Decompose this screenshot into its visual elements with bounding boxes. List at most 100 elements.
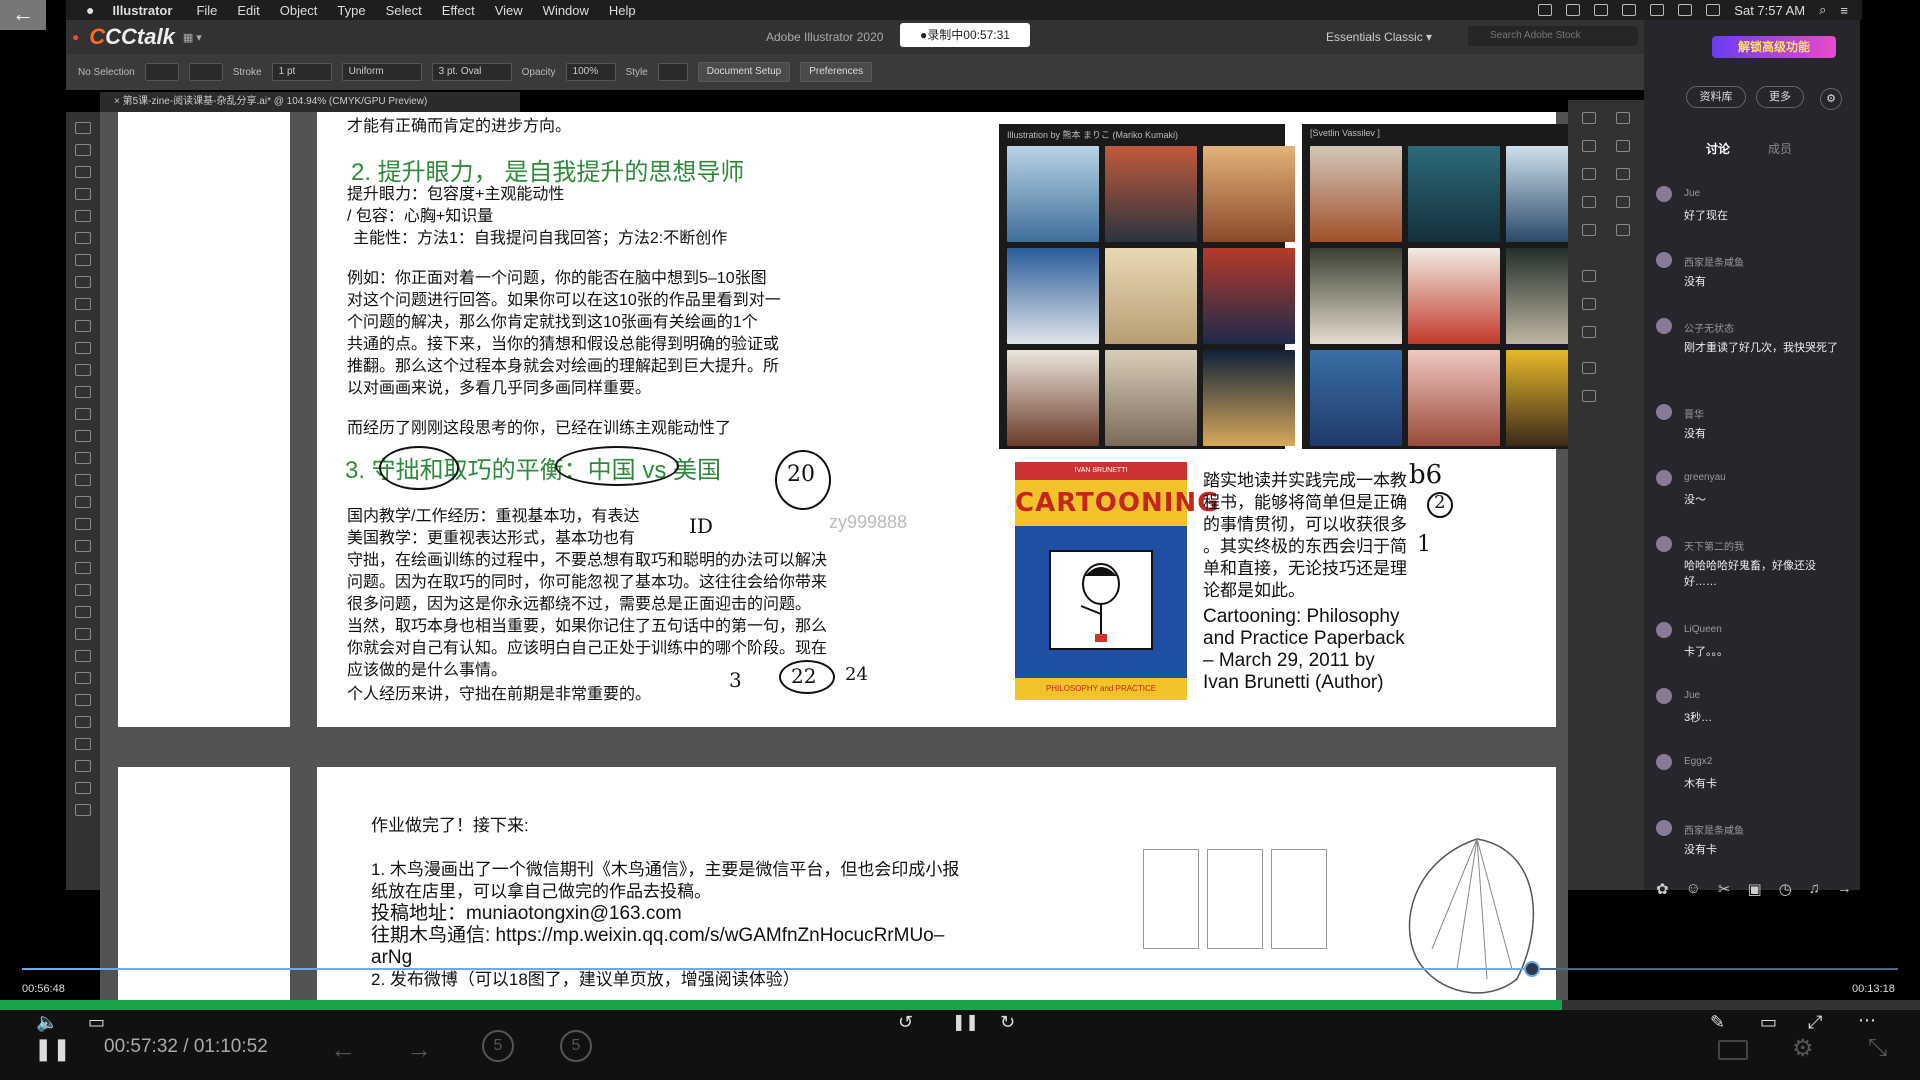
transparency-icon[interactable] [1582, 298, 1596, 310]
display-icon[interactable] [1650, 4, 1665, 16]
layers-stack-icon[interactable] [1616, 168, 1630, 180]
forward-5-icon[interactable]: 5 [560, 1030, 592, 1062]
tab-discussion[interactable]: 讨论 [1706, 140, 1730, 157]
back-button[interactable]: ← [0, 0, 46, 30]
screen-icon[interactable] [1718, 1040, 1748, 1060]
opacity-input[interactable]: 100% [565, 63, 616, 81]
menubar-clock[interactable]: Sat 7:57 AM [1734, 3, 1805, 18]
graph-tool-icon[interactable] [75, 628, 91, 640]
type-tool-icon[interactable] [75, 254, 91, 266]
avatar[interactable] [1656, 536, 1672, 552]
stock-search-input[interactable]: Search Adobe Stock [1468, 26, 1638, 46]
selection-tool-icon[interactable] [75, 122, 91, 134]
direct-selection-tool-icon[interactable] [75, 144, 91, 156]
battery-icon[interactable] [1706, 4, 1721, 16]
pencil-icon[interactable]: ✎ [1710, 1012, 1725, 1033]
eyedropper-tool-icon[interactable] [75, 562, 91, 574]
properties-panel-icon[interactable] [1616, 112, 1630, 124]
rectangle-tool-icon[interactable] [75, 298, 91, 310]
chat-username[interactable]: LiQueen [1684, 624, 1722, 635]
layers-icon[interactable] [1616, 140, 1630, 152]
gradient-tool-icon[interactable] [75, 540, 91, 552]
draw-mode-icon[interactable] [75, 760, 91, 772]
expand-icon[interactable]: ⤢ [1808, 1012, 1822, 1033]
pause-icon[interactable]: ❚❚ [34, 1036, 71, 1062]
menu-file[interactable]: File [196, 3, 217, 18]
menu-window[interactable]: Window [543, 3, 589, 18]
eraser-tool-icon[interactable] [75, 364, 91, 376]
properties-icon[interactable] [1582, 112, 1596, 124]
menu-help[interactable]: Help [609, 3, 636, 18]
avatar[interactable] [1656, 688, 1672, 704]
image-icon[interactable]: ▣ [1747, 880, 1761, 898]
line-tool-icon[interactable] [75, 276, 91, 288]
chat-username[interactable]: Eggx2 [1684, 756, 1712, 767]
curvature-tool-icon[interactable] [75, 232, 91, 244]
bell-icon[interactable]: ♫ [1809, 880, 1820, 898]
next-arrow-icon[interactable]: → [406, 1034, 432, 1065]
menu-view[interactable]: View [495, 3, 523, 18]
menu-effect[interactable]: Effect [442, 3, 475, 18]
brushes-icon[interactable] [1582, 224, 1596, 236]
volume-icon[interactable]: 🔈 [36, 1012, 58, 1033]
pen-tool-icon[interactable] [75, 210, 91, 222]
avatar[interactable] [1656, 820, 1672, 836]
align-icon[interactable] [1582, 270, 1596, 282]
symbols-icon[interactable] [1582, 196, 1596, 208]
avatar[interactable] [1656, 404, 1672, 420]
close-window-icon[interactable]: ● [72, 30, 79, 44]
libraries-icon[interactable] [1582, 140, 1596, 152]
emoji-icon[interactable]: ☺ [1686, 880, 1701, 898]
stroke-swatch[interactable] [188, 63, 223, 81]
avatar[interactable] [1656, 318, 1672, 334]
chat-username[interactable]: Jue [1684, 188, 1700, 199]
gear-icon[interactable]: ⚙ [1792, 1034, 1814, 1063]
chat-username[interactable]: 西家是条咸鱼 [1684, 254, 1744, 269]
artboard-tool-icon[interactable] [75, 650, 91, 662]
settings-icon[interactable]: ⚙ [1820, 88, 1842, 110]
menu-edit[interactable]: Edit [237, 3, 259, 18]
magic-wand-tool-icon[interactable] [75, 166, 91, 178]
picture-in-picture-icon[interactable]: ▭ [1760, 1012, 1777, 1033]
brush-select[interactable]: 3 pt. Oval [431, 63, 512, 81]
avatar[interactable] [1656, 622, 1672, 638]
playback-progress-bar[interactable] [0, 1000, 1562, 1010]
fill-swatch[interactable] [144, 63, 179, 81]
screen-mode-icon[interactable] [75, 782, 91, 794]
export-icon[interactable] [1582, 390, 1596, 402]
clock-icon[interactable]: ◷ [1779, 880, 1792, 898]
search-icon[interactable]: ⌕ [1819, 2, 1826, 18]
more-tools-icon[interactable] [75, 804, 91, 816]
wifi-icon[interactable] [1678, 4, 1693, 16]
chat-username[interactable]: 天下第二的我 [1684, 538, 1744, 553]
menu-type[interactable]: Type [337, 3, 365, 18]
workspace-switcher[interactable]: Essentials Classic ▾ [1326, 30, 1432, 44]
more-button[interactable]: 更多 [1756, 86, 1804, 108]
document-setup-button[interactable]: Document Setup [697, 62, 791, 82]
scale-tool-icon[interactable] [75, 408, 91, 420]
width-tool-icon[interactable] [75, 430, 91, 442]
status-icon[interactable] [1538, 4, 1553, 16]
gift-icon[interactable]: ✿ [1656, 880, 1669, 898]
send-arrow-icon[interactable]: → [1837, 880, 1852, 898]
materials-button[interactable]: 资料库 [1686, 86, 1746, 108]
avatar[interactable] [1656, 252, 1672, 268]
chat-username[interactable]: 晋华 [1684, 406, 1704, 421]
slice-tool-icon[interactable] [75, 672, 91, 684]
collapse-icon[interactable]: ⤡ [1868, 1034, 1887, 1062]
pause-center-icon[interactable]: ❚❚ [952, 1012, 979, 1032]
artboards-icon[interactable] [1582, 168, 1596, 180]
avatar[interactable] [1656, 186, 1672, 202]
fill-stroke-icon[interactable] [75, 738, 91, 750]
style-swatch[interactable] [657, 63, 688, 81]
color-icon[interactable] [1582, 326, 1596, 338]
shaper-tool-icon[interactable] [75, 342, 91, 354]
forward-30-icon[interactable]: ↻ [1000, 1012, 1015, 1033]
rewind-5-icon[interactable]: 5 [482, 1030, 514, 1062]
cloud-icon[interactable] [1622, 4, 1637, 16]
stroke-profile-select[interactable]: Uniform [341, 63, 422, 81]
notification-icon[interactable] [1566, 4, 1581, 16]
chat-username[interactable]: 公子无状态 [1684, 320, 1734, 335]
wechat-icon[interactable] [1594, 4, 1609, 16]
appearance-icon[interactable] [1582, 362, 1596, 374]
